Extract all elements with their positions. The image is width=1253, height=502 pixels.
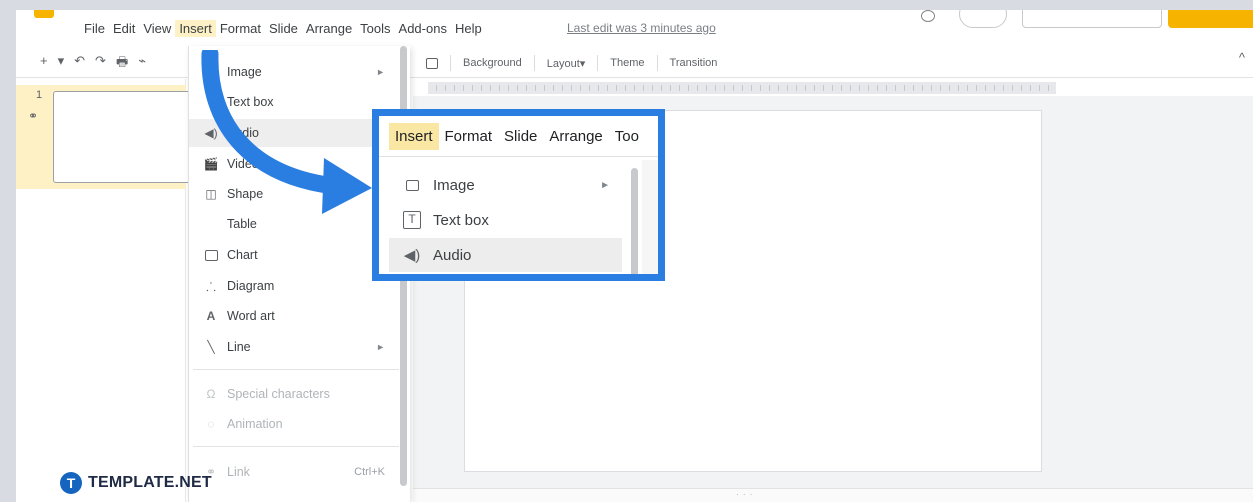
callout-item-audio[interactable]: ◀) Audio: [389, 238, 622, 272]
submenu-arrow-icon: ►: [376, 342, 385, 352]
menu-bar: File Edit View Insert Format Slide Arran…: [16, 10, 1253, 46]
omega-icon: Ω: [206, 387, 216, 401]
menu-item-link: ⚭ Link Ctrl+K: [189, 458, 399, 486]
animation-icon: ◌: [207, 417, 215, 431]
notes-resize-grip[interactable]: · · ·: [736, 490, 753, 499]
zoom-callout: Insert Format Slide Arrange Too Image ► …: [372, 109, 665, 281]
callout-menu-slide[interactable]: Slide: [498, 123, 543, 150]
layout-button[interactable]: Layout▾: [547, 57, 586, 70]
transition-button[interactable]: Transition: [670, 57, 718, 69]
callout-menu-format[interactable]: Format: [439, 123, 499, 150]
slide-link-icon: ⚭: [28, 109, 39, 123]
slideshow-button[interactable]: [1022, 10, 1162, 28]
submenu-arrow-icon: ►: [600, 179, 610, 191]
background-button[interactable]: Background: [463, 57, 522, 69]
new-slide-dropdown-icon[interactable]: ▾: [58, 53, 65, 75]
toolbar-divider: [533, 55, 535, 71]
paint-format-icon[interactable]: ⌁: [138, 53, 146, 75]
share-button[interactable]: [1168, 10, 1253, 28]
audio-icon: ◀): [403, 247, 421, 264]
callout-divider: [379, 156, 658, 157]
toolbar-divider: [450, 55, 451, 71]
template-net-watermark: T TEMPLATE.NET: [60, 472, 212, 494]
menu-insert[interactable]: Insert: [175, 20, 216, 37]
collapse-toolbar-icon[interactable]: ^: [1239, 50, 1245, 65]
new-slide-icon[interactable]: +: [40, 53, 48, 75]
toolbar-left-icons: + ▾ ↶ ↷ 🖶 ⌁: [40, 53, 146, 75]
menu-slide[interactable]: Slide: [265, 20, 302, 37]
menu-item-label: Link: [227, 465, 250, 479]
slides-logo-icon[interactable]: [34, 10, 54, 18]
menu-item-special-characters: Ω Special characters: [189, 380, 399, 408]
ruler-ticks: [428, 85, 1056, 91]
add-comment-icon[interactable]: [426, 57, 438, 69]
menu-addons[interactable]: Add-ons: [395, 20, 451, 37]
menu-item-label: Animation: [227, 417, 283, 431]
callout-menu-tools[interactable]: Too: [609, 123, 645, 150]
callout-scrollbar[interactable]: [631, 168, 638, 274]
watermark-text: TEMPLATE.NET: [88, 474, 212, 491]
callout-item-text-box[interactable]: T Text box: [389, 203, 622, 237]
redo-icon[interactable]: ↷: [95, 53, 106, 75]
callout-menu-arrange[interactable]: Arrange: [543, 123, 608, 150]
callout-menu-bar: Insert Format Slide Arrange Too: [379, 116, 658, 156]
speaker-notes-strip[interactable]: [413, 488, 1253, 502]
menu-item-line[interactable]: ╲ Line ►: [189, 333, 399, 361]
textbox-icon: T: [403, 211, 421, 229]
menu-arrange[interactable]: Arrange: [302, 20, 356, 37]
menu-item-animation: ◌ Animation: [189, 410, 399, 438]
menu-item-label: Line: [227, 340, 251, 354]
menu-view[interactable]: View: [139, 20, 175, 37]
menu-item-chart[interactable]: Chart: [189, 241, 399, 269]
diagram-icon: ⸫: [206, 279, 216, 294]
callout-item-label: Image: [433, 176, 475, 194]
horizontal-ruler: [428, 82, 1056, 94]
print-icon[interactable]: 🖶: [116, 53, 128, 75]
callout-menu-insert[interactable]: Insert: [389, 122, 439, 150]
shortcut-label: Ctrl+K: [354, 466, 385, 478]
toolbar-divider: [597, 55, 599, 71]
wordart-icon: A: [206, 309, 216, 323]
last-edit-link[interactable]: Last edit was 3 minutes ago: [567, 21, 716, 35]
template-logo-icon: T: [60, 472, 82, 494]
menu-divider: [193, 446, 399, 447]
menu-item-diagram[interactable]: ⸫ Diagram: [189, 272, 399, 300]
line-icon: ╲: [207, 340, 215, 354]
toolbar-divider: [656, 55, 658, 71]
menu-item-label: Diagram: [227, 279, 275, 293]
callout-background-area: [642, 160, 658, 274]
callout-item-label: Text box: [433, 211, 489, 229]
callout-item-label: Audio: [433, 246, 472, 264]
menu-item-word-art[interactable]: A Word art: [189, 302, 399, 330]
present-mode-button[interactable]: [959, 10, 1007, 28]
comment-icon[interactable]: [921, 10, 935, 22]
slide-thumbnail[interactable]: [53, 91, 193, 183]
theme-button[interactable]: Theme: [610, 57, 644, 69]
menu-help[interactable]: Help: [451, 20, 486, 37]
menu-list: File Edit View Insert Format Slide Arran…: [80, 20, 486, 37]
menu-item-label: Special characters: [227, 387, 330, 401]
callout-item-image[interactable]: Image ►: [389, 168, 622, 202]
slide-number: 1: [36, 89, 43, 101]
slides-app: File Edit View Insert Format Slide Arran…: [16, 10, 1253, 502]
toolbar-slide-options: Background Layout▾ Theme Transition: [426, 55, 717, 71]
menu-file[interactable]: File: [80, 20, 109, 37]
menu-divider: [193, 369, 399, 370]
menu-edit[interactable]: Edit: [109, 20, 139, 37]
undo-icon[interactable]: ↶: [74, 53, 85, 75]
menu-format[interactable]: Format: [216, 20, 265, 37]
menu-item-label: Word art: [227, 309, 275, 323]
pointer-arrow-icon: [201, 50, 372, 214]
slide-filmstrip: 1 ⚭: [16, 79, 193, 502]
image-icon: [403, 177, 421, 194]
menu-item-label: Chart: [227, 248, 258, 262]
menu-tools[interactable]: Tools: [356, 20, 394, 37]
chart-icon: [203, 248, 219, 262]
